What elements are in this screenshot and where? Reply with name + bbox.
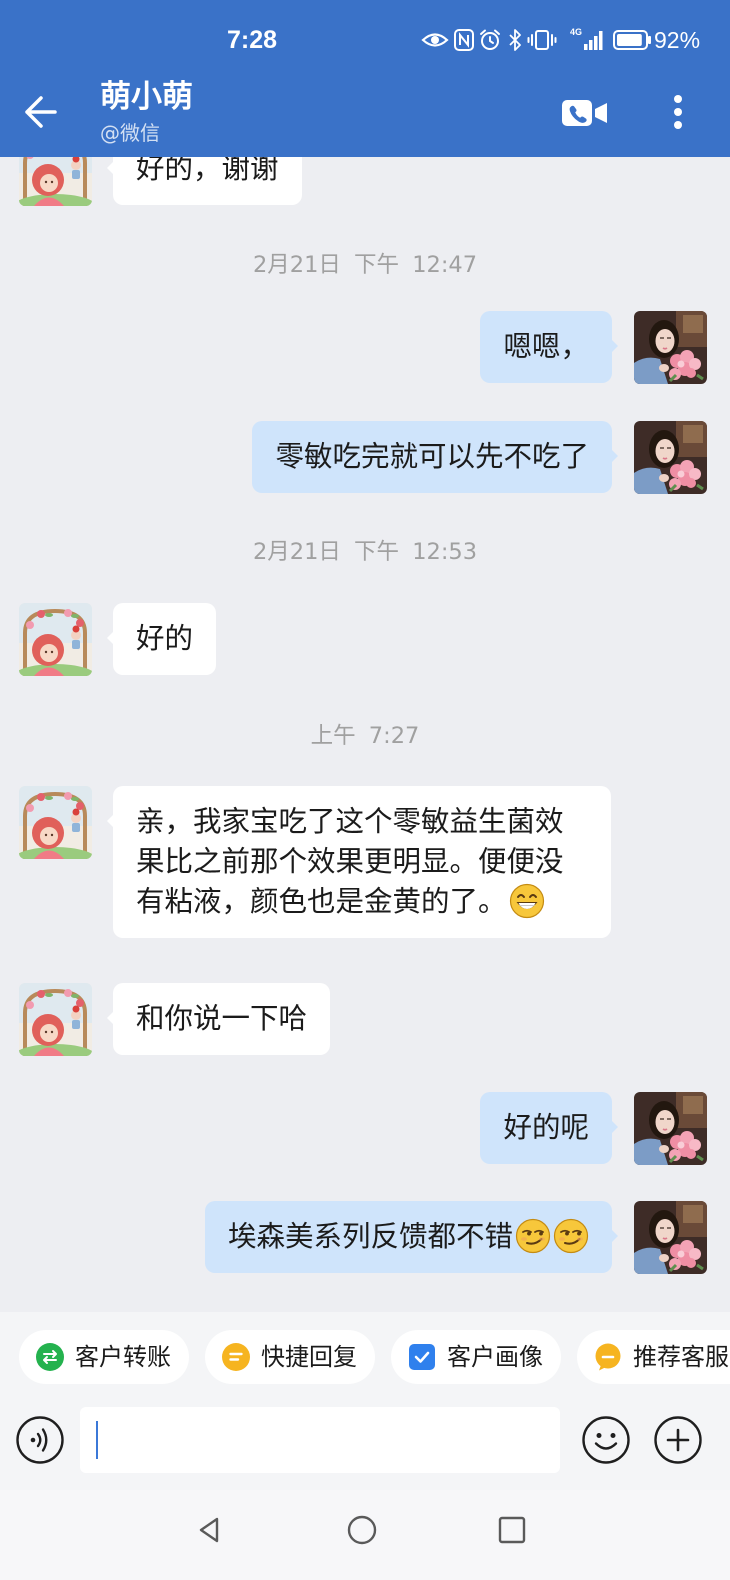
quick-reply-icon: [222, 1343, 250, 1371]
nav-back-icon[interactable]: [195, 1515, 225, 1545]
battery-percent: 92%: [654, 27, 701, 53]
message-text: 和你说一下哈: [136, 1002, 308, 1035]
recommend-service-icon: [594, 1343, 622, 1371]
battery-icon: [613, 30, 651, 50]
message-text: 零敏吃完就可以先不吃了: [275, 440, 589, 473]
contact-avatar[interactable]: [19, 157, 92, 206]
customer-profile-icon: [408, 1343, 436, 1371]
quick-action-customer-profile[interactable]: 客户画像: [391, 1330, 561, 1384]
message-bubble[interactable]: 好的呢: [480, 1092, 618, 1164]
message-bubble[interactable]: 零敏吃完就可以先不吃了: [252, 421, 618, 493]
chat-timestamp: 2月21日 下午 12:47: [252, 252, 478, 278]
chip-label: 推荐客服: [633, 1343, 729, 1371]
chat-timestamp: 上午 7:27: [310, 723, 420, 749]
battery-level-fill: [617, 34, 642, 46]
smirking-face-emoji-icon: [553, 1218, 589, 1254]
message-bubble[interactable]: 亲，我家宝吃了这个零敏益生菌效果比之前那个效果更明显。便便没有粘液，颜色也是金黄…: [107, 786, 611, 938]
eye-icon: [421, 33, 449, 47]
message-bubble[interactable]: 埃森美系列反馈都不错: [204, 1201, 619, 1273]
text-cursor: [96, 1421, 98, 1459]
message-bubble[interactable]: 好的: [106, 603, 217, 675]
smirking-face-emoji-icon: [515, 1218, 551, 1254]
grinning-face-emoji-icon: [509, 883, 545, 919]
chat-area[interactable]: 好的，谢谢 2月21日 下午 12:47 嗯嗯， 零敏吃完就可以先不吃了 2月2…: [0, 157, 730, 1312]
bluetooth-icon: [509, 29, 521, 51]
message-bubble[interactable]: 和你说一下哈: [106, 983, 331, 1055]
quick-action-recommend-service[interactable]: 推荐客服: [577, 1330, 730, 1384]
message-text: 好的，谢谢: [136, 157, 279, 185]
message-bubble[interactable]: 嗯嗯，: [480, 311, 618, 383]
chip-label: 客户画像: [447, 1343, 543, 1371]
status-time: 7:28: [227, 26, 278, 54]
quick-action-quick-reply[interactable]: 快捷回复: [205, 1330, 375, 1384]
vibrate-icon: [527, 30, 557, 50]
message-text: 亲，我家宝吃了这个零敏益生菌效果比之前那个效果更明显。便便没有粘液，颜色也是金黄…: [136, 805, 564, 918]
voice-input-icon[interactable]: [15, 1415, 65, 1465]
message-text: 好的呢: [503, 1111, 589, 1144]
contact-avatar[interactable]: [19, 983, 92, 1056]
nav-recents-icon[interactable]: [497, 1515, 527, 1545]
contact-name: 萌小萌: [100, 79, 193, 115]
composer: [0, 1402, 730, 1490]
nfc-icon: [454, 29, 474, 51]
back-arrow-icon[interactable]: [22, 94, 60, 130]
plus-icon[interactable]: [653, 1415, 703, 1465]
quick-actions-bar: 客户转账 快捷回复 客户画像 推荐客服: [0, 1312, 730, 1402]
alarm-icon: [480, 29, 500, 50]
message-text: 嗯嗯，: [503, 330, 589, 363]
nav-home-icon[interactable]: [347, 1515, 377, 1545]
self-avatar[interactable]: [634, 1201, 707, 1274]
chip-label: 客户转账: [75, 1343, 171, 1371]
self-avatar[interactable]: [634, 421, 707, 494]
video-call-icon[interactable]: [561, 97, 609, 129]
message-bubble[interactable]: 好的，谢谢: [107, 157, 302, 205]
chat-timestamp: 2月21日 下午 12:53: [252, 539, 478, 565]
message-text: 好的: [136, 622, 194, 655]
app-header: 7:28 4G 92% 萌小萌 @微信: [0, 0, 730, 157]
more-vertical-icon[interactable]: [668, 92, 688, 132]
message-text: 埃森美系列反馈都不错: [227, 1220, 513, 1253]
system-nav-bar: [0, 1490, 730, 1580]
quick-action-customer-transfer[interactable]: 客户转账: [19, 1330, 189, 1384]
self-avatar[interactable]: [634, 1092, 707, 1165]
message-input[interactable]: [80, 1407, 560, 1473]
self-avatar[interactable]: [634, 311, 707, 384]
chip-label: 快捷回复: [261, 1343, 357, 1371]
emoji-icon[interactable]: [581, 1415, 631, 1465]
signal-icon: [584, 31, 603, 50]
contact-avatar[interactable]: [19, 786, 92, 859]
transfer-icon: [36, 1343, 64, 1371]
contact-source: @微信: [100, 121, 160, 145]
contact-avatar[interactable]: [19, 603, 92, 676]
